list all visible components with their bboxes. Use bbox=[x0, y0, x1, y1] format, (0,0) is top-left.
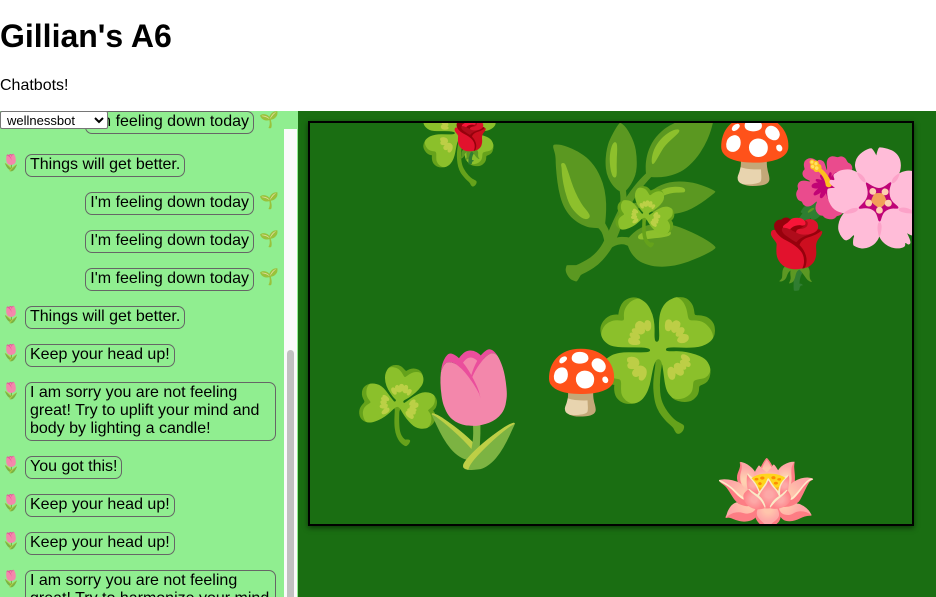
message-text: I'm feeling down today bbox=[85, 268, 254, 291]
bot-message: 🌷 Things will get better. bbox=[0, 306, 186, 329]
page-subtitle: Chatbots! bbox=[0, 77, 69, 94]
user-message: I'm feeling down today 🌱 bbox=[85, 192, 284, 215]
tulip-avatar-icon: 🌷 bbox=[1, 345, 21, 362]
seedling-avatar-icon: 🌱 bbox=[259, 231, 279, 248]
shamrock-icon[interactable]: ☘️ bbox=[610, 189, 680, 245]
message-text: You got this! bbox=[25, 456, 123, 479]
garden-canvas[interactable]: 🍀🌹🌿🍄🌺🌸☘️🌹🍀🍄☘️🌷🪷 bbox=[308, 121, 914, 526]
tulip-avatar-icon: 🌷 bbox=[1, 383, 21, 400]
message-text: Keep your head up! bbox=[25, 494, 175, 517]
chat-scrollbar[interactable] bbox=[284, 129, 297, 597]
user-message: I'm feeling down today 🌱 bbox=[85, 268, 284, 291]
bot-message: 🌷 Keep your head up! bbox=[0, 344, 175, 367]
message-text: Things will get better. bbox=[25, 306, 186, 329]
message-list[interactable]: I'm feeling down today 🌱 🌷 Things will get … bbox=[0, 111, 284, 597]
rose-icon[interactable]: 🌹 bbox=[445, 123, 495, 163]
mushroom-icon[interactable]: 🍄 bbox=[715, 123, 795, 183]
tulip-icon[interactable]: 🌷 bbox=[405, 355, 542, 465]
bot-message: 🌷 Things will get better. bbox=[0, 154, 186, 177]
tulip-avatar-icon: 🌷 bbox=[1, 533, 21, 550]
message-text: Keep your head up! bbox=[25, 344, 175, 367]
lotus-icon[interactable]: 🪷 bbox=[715, 453, 820, 524]
seedling-avatar-icon: 🌱 bbox=[259, 193, 279, 210]
message-text: I'm feeling down today bbox=[85, 192, 254, 215]
tulip-avatar-icon: 🌷 bbox=[1, 457, 21, 474]
bot-message: 🌷 Keep your head up! bbox=[0, 532, 175, 555]
seedling-avatar-icon: 🌱 bbox=[259, 269, 279, 286]
bot-message: 🌷I am sorry you are not feeling great! T… bbox=[0, 570, 276, 597]
message-text: Keep your head up! bbox=[25, 532, 175, 555]
seedling-avatar-icon: 🌱 bbox=[259, 112, 279, 129]
message-text: I'm feeling down today bbox=[85, 111, 254, 134]
rose-icon[interactable]: 🌹 bbox=[755, 221, 837, 287]
scrollbar-thumb[interactable] bbox=[287, 350, 294, 597]
bot-message: 🌷I am sorry you are not feeling great! T… bbox=[0, 382, 276, 441]
bot-message: 🌷 You got this! bbox=[0, 456, 123, 479]
message-text: I'm feeling down today bbox=[85, 230, 254, 253]
mushroom-icon[interactable]: 🍄 bbox=[543, 353, 620, 415]
tulip-avatar-icon: 🌷 bbox=[1, 307, 21, 324]
user-message: I'm feeling down today 🌱 bbox=[85, 230, 284, 253]
user-message: I'm feeling down today 🌱 bbox=[85, 111, 284, 134]
chat-panel[interactable]: I'm feeling down today 🌱 🌷 Things will get … bbox=[0, 111, 298, 597]
page-title: Gillian's A6 bbox=[0, 18, 172, 54]
bot-message: 🌷 Keep your head up! bbox=[0, 494, 175, 517]
tulip-avatar-icon: 🌷 bbox=[1, 495, 21, 512]
message-text: I am sorry you are not feeling great! Tr… bbox=[25, 382, 276, 441]
bot-select[interactable]: wellnessbot bbox=[0, 111, 108, 129]
message-text: I am sorry you are not feeling great! Tr… bbox=[25, 570, 276, 597]
tulip-avatar-icon: 🌷 bbox=[1, 571, 21, 588]
tulip-avatar-icon: 🌷 bbox=[1, 155, 21, 172]
message-text: Things will get better. bbox=[25, 154, 186, 177]
